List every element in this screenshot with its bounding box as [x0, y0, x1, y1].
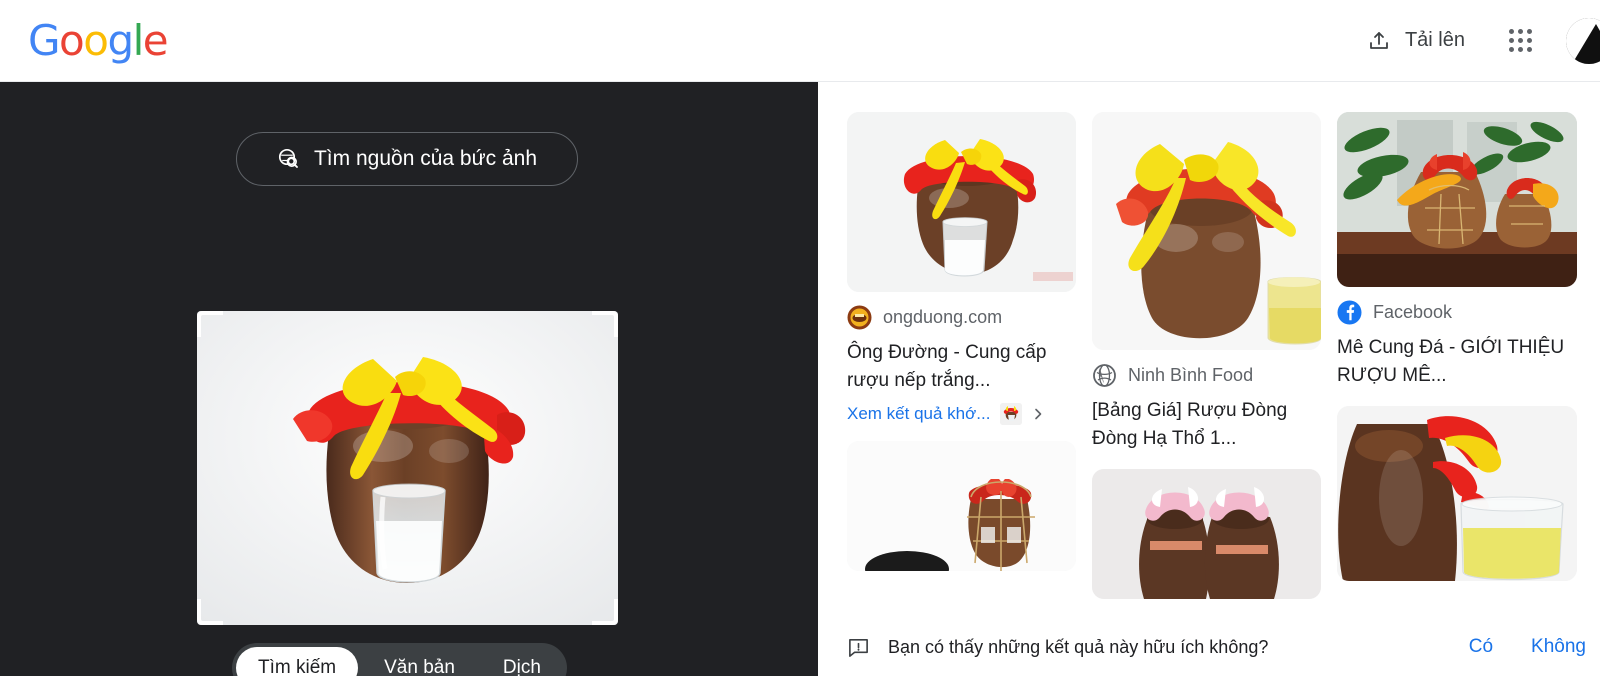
- thumbnail-graphic: [1337, 112, 1577, 287]
- find-image-source-label: Tìm nguồn của bức ảnh: [313, 147, 538, 170]
- apps-grid-icon[interactable]: [1509, 29, 1532, 52]
- thumbnail-graphic: [1337, 406, 1577, 582]
- header-actions: Tải lên: [1357, 0, 1600, 81]
- results-column-3: Facebook Mê Cung Đá - GIỚI THIỆU RƯỢU MÊ…: [1337, 112, 1577, 599]
- results-column-2: Ninh Bình Food [Bảng Giá] Rượu Đòng Đòng…: [1092, 112, 1321, 600]
- result-title[interactable]: Mê Cung Đá - GIỚI THIỆU RƯỢU MÊ...: [1337, 334, 1577, 390]
- result-source: Facebook: [1337, 300, 1577, 325]
- account-avatar[interactable]: [1566, 17, 1600, 64]
- result-title[interactable]: Ông Đường - Cung cấp rượu nếp trắng...: [847, 339, 1076, 395]
- result-source: Ninh Bình Food: [1092, 363, 1321, 388]
- globe-icon: [1092, 363, 1117, 388]
- crop-handle-top-left[interactable]: [197, 311, 223, 337]
- feedback-bar: Bạn có thấy những kết quả này hữu ích kh…: [818, 618, 1600, 676]
- thumbnail-graphic: [1092, 112, 1321, 350]
- tab-search[interactable]: Tìm kiếm: [236, 647, 359, 676]
- result-site-name: Facebook: [1373, 302, 1453, 322]
- mode-tabs: Tìm kiếm Văn bản Dịch: [232, 643, 567, 676]
- matching-results-row[interactable]: Xem kết quả khớ...: [847, 403, 1076, 426]
- tab-text[interactable]: Văn bản: [362, 647, 477, 676]
- crop-handle-top-right[interactable]: [592, 311, 618, 337]
- results-column-1: ongduong.com Ông Đường - Cung cấp rượu n…: [847, 112, 1076, 599]
- image-preview-panel: Tìm nguồn của bức ảnh Tìm kiếm Văn bản D…: [0, 82, 818, 676]
- thumbnail-graphic: [847, 112, 1076, 292]
- feedback-yes-button[interactable]: Có: [1469, 636, 1493, 658]
- upload-button[interactable]: Tải lên: [1357, 21, 1475, 61]
- tab-translate[interactable]: Dịch: [481, 647, 563, 676]
- result-thumbnail[interactable]: [847, 441, 1076, 572]
- image-search-icon: [278, 148, 298, 168]
- crop-handle-bottom-right[interactable]: [592, 599, 618, 625]
- upload-icon: [1370, 31, 1388, 49]
- upload-label: Tải lên: [1404, 29, 1465, 51]
- crop-handle-bottom-left[interactable]: [197, 599, 223, 625]
- feedback-actions: Có Không: [1469, 636, 1600, 658]
- facebook-icon: [1337, 300, 1362, 325]
- find-image-source-button[interactable]: Tìm nguồn của bức ảnh: [236, 132, 578, 186]
- result-site-name: Ninh Bình Food: [1128, 365, 1254, 385]
- result-title[interactable]: [Bảng Giá] Rượu Đòng Đòng Hạ Thổ 1...: [1092, 397, 1321, 453]
- result-thumbnail[interactable]: [1092, 112, 1321, 350]
- result-thumbnail[interactable]: [847, 112, 1076, 292]
- result-thumbnail[interactable]: [1337, 406, 1577, 582]
- visual-results-panel: ongduong.com Ông Đường - Cung cấp rượu n…: [818, 82, 1600, 676]
- feedback-icon: [849, 638, 868, 657]
- chevron-right-icon[interactable]: [1032, 408, 1044, 420]
- cropped-source-image[interactable]: [197, 311, 618, 625]
- ongduong-logo-icon: [847, 305, 872, 330]
- matching-results-link[interactable]: Xem kết quả khớ...: [847, 404, 990, 424]
- thumbnail-graphic: [847, 441, 1076, 572]
- result-card[interactable]: Facebook Mê Cung Đá - GIỚI THIỆU RƯỢU MÊ…: [1337, 112, 1577, 390]
- top-header: Google Tải lên: [0, 0, 1600, 82]
- result-thumbnail[interactable]: [1092, 469, 1321, 600]
- result-card[interactable]: Ninh Bình Food [Bảng Giá] Rượu Đòng Đòng…: [1092, 112, 1321, 453]
- thumbnail-graphic: [1092, 469, 1321, 600]
- feedback-question: Bạn có thấy những kết quả này hữu ích kh…: [888, 636, 1269, 657]
- google-logo[interactable]: Google: [28, 19, 169, 62]
- result-card[interactable]: [1092, 469, 1321, 600]
- result-card[interactable]: ongduong.com Ông Đường - Cung cấp rượu n…: [847, 112, 1076, 426]
- avatar-image: [1566, 17, 1600, 64]
- matching-thumbnail: [1000, 403, 1023, 426]
- result-source: ongduong.com: [847, 305, 1076, 330]
- results-grid: ongduong.com Ông Đường - Cung cấp rượu n…: [847, 112, 1600, 600]
- source-image-graphic: [197, 311, 618, 625]
- result-thumbnail[interactable]: [1337, 112, 1577, 287]
- result-site-name: ongduong.com: [883, 307, 1003, 327]
- feedback-no-button[interactable]: Không: [1531, 636, 1586, 658]
- result-card[interactable]: [847, 441, 1076, 572]
- result-card[interactable]: [1337, 406, 1577, 582]
